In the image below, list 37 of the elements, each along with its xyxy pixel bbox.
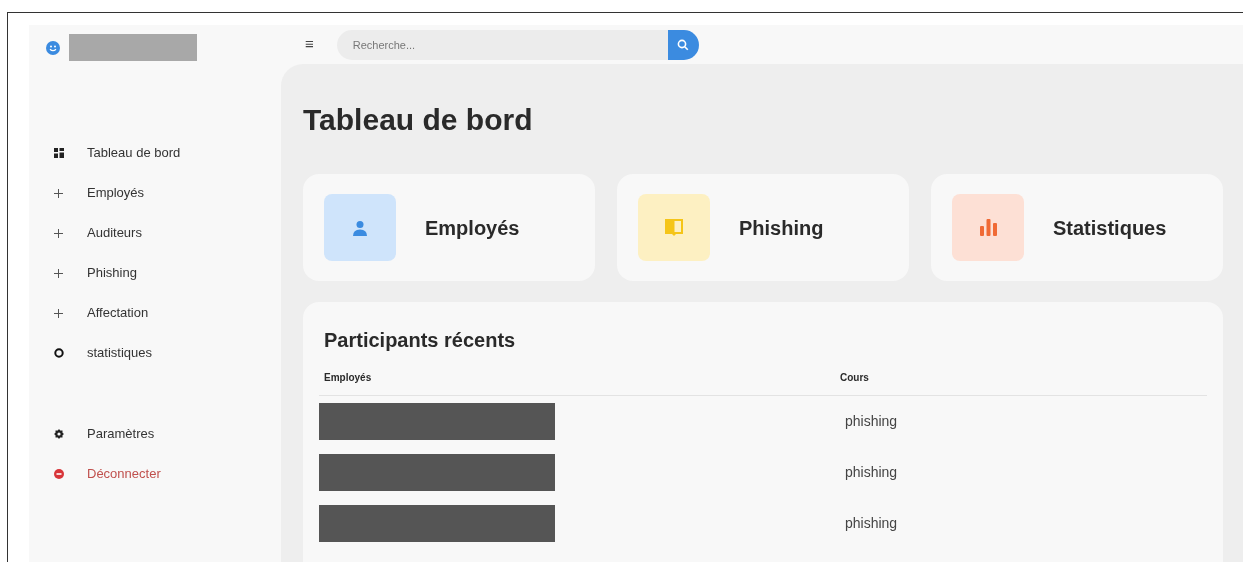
plus-icon xyxy=(54,188,63,198)
book-icon xyxy=(665,219,683,236)
stat-card[interactable]: Employés xyxy=(303,174,595,281)
logout-icon xyxy=(54,469,64,479)
search-button[interactable] xyxy=(667,29,699,60)
section-title: Participants récents xyxy=(323,328,517,353)
table-cell-text: phishing xyxy=(845,463,898,482)
sidebar-item[interactable]: Phishing xyxy=(29,253,281,293)
sidebar-item[interactable]: Affectation xyxy=(29,293,281,333)
table-cell-text: phishing xyxy=(845,412,898,431)
ring-icon xyxy=(54,348,64,358)
sidebar-item[interactable]: Paramètres xyxy=(29,414,281,454)
gear-icon xyxy=(54,429,64,439)
column-header: Cours xyxy=(840,371,869,385)
person-icon xyxy=(352,219,368,236)
sidebar-item[interactable]: statistiques xyxy=(29,333,281,373)
card-label: Statistiques xyxy=(1053,215,1167,241)
sidebar-item[interactable]: Déconnecter xyxy=(29,454,281,494)
plus-icon xyxy=(54,268,63,278)
table-cell-text: phishing xyxy=(845,514,898,533)
sidebar-item[interactable]: Auditeurs xyxy=(29,213,281,253)
search-field[interactable]: Recherche... xyxy=(336,29,668,60)
sidebar-item[interactable]: Tableau de bord xyxy=(29,133,281,173)
card-label: Employés xyxy=(425,215,520,241)
page-title: Tableau de bord xyxy=(303,102,534,138)
stat-card[interactable]: Statistiques xyxy=(931,174,1223,281)
search-icon xyxy=(677,38,690,51)
plus-icon xyxy=(54,308,63,318)
plus-icon xyxy=(54,228,63,238)
bar-chart-icon xyxy=(979,219,997,236)
sidebar-item[interactable]: Employés xyxy=(29,173,281,213)
column-header: Employés xyxy=(323,371,373,385)
smiley-icon xyxy=(46,40,60,55)
grid-icon xyxy=(54,148,64,158)
menu-icon[interactable]: ≡ xyxy=(305,33,314,56)
card-label: Phishing xyxy=(739,215,824,241)
stat-card[interactable]: Phishing xyxy=(617,174,909,281)
